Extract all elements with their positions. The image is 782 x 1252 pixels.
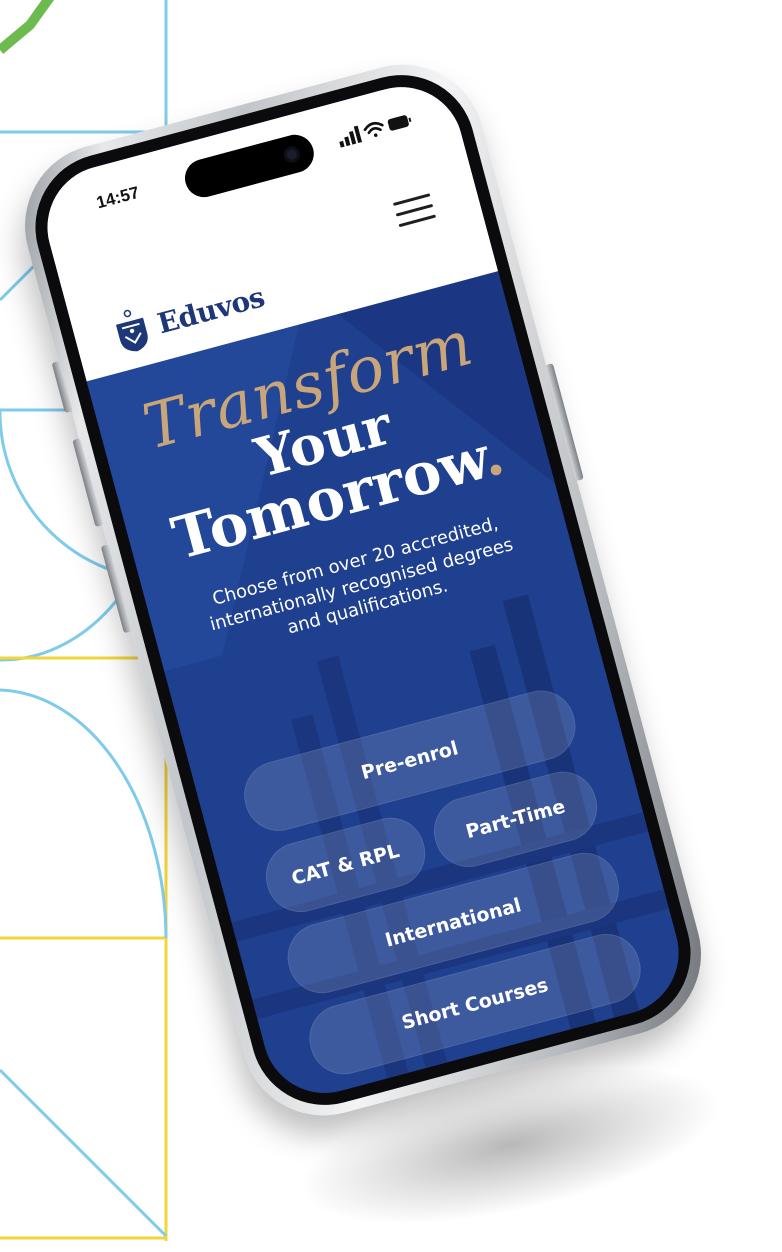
- status-icons: [339, 115, 412, 148]
- wifi-icon: [363, 121, 384, 138]
- signal-icon: [339, 125, 363, 148]
- status-time: 14:57: [94, 182, 142, 213]
- check-mark-icon: [0, 0, 55, 54]
- hamburger-menu-icon[interactable]: [392, 193, 437, 232]
- crest-logo-icon: [115, 309, 148, 352]
- dynamic-island: [180, 130, 319, 202]
- battery-icon: [387, 115, 412, 131]
- front-camera-icon: [282, 144, 302, 165]
- brand-name: Eduvos: [153, 279, 268, 340]
